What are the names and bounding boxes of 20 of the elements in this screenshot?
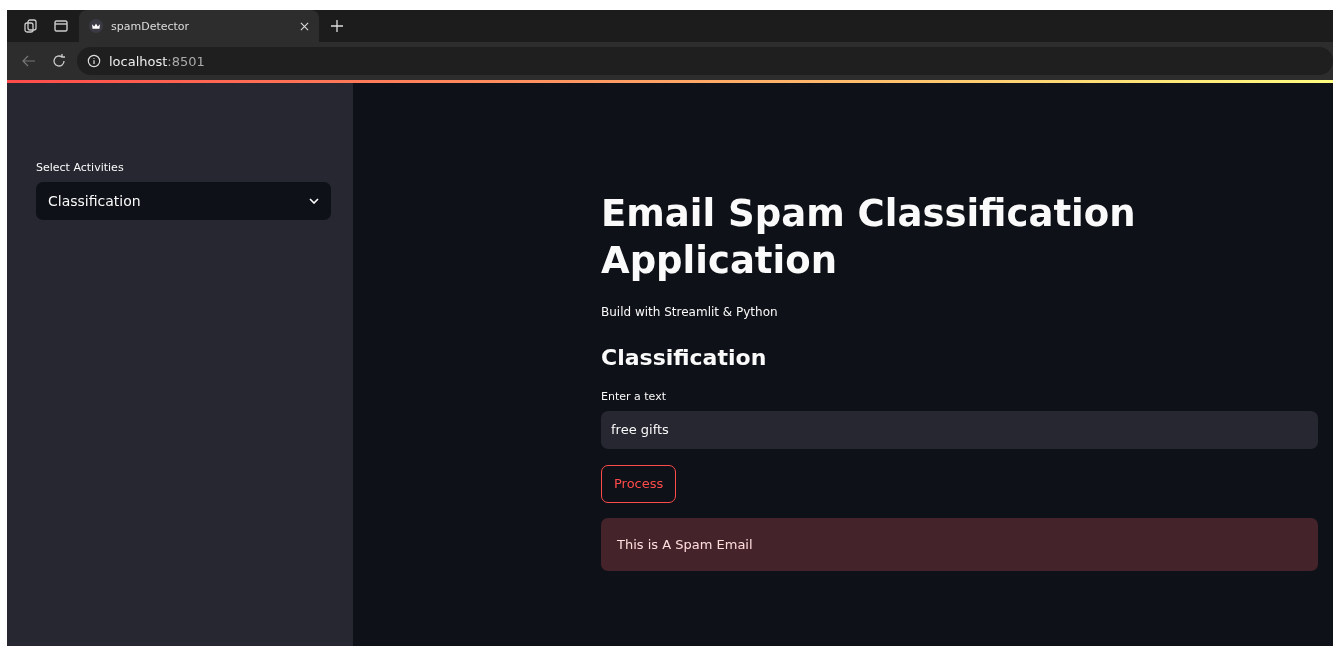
tab-actions-icon[interactable] — [53, 18, 69, 34]
workspaces-icon[interactable] — [23, 18, 39, 34]
info-icon — [87, 54, 101, 68]
result-alert: This is A Spam Email — [601, 517, 1318, 571]
input-label: Enter a text — [601, 389, 666, 403]
refresh-icon[interactable] — [51, 53, 67, 69]
activity-select[interactable]: Classification — [36, 182, 331, 220]
chevron-down-icon — [309, 198, 319, 204]
new-tab-icon[interactable] — [329, 18, 345, 34]
address-field[interactable]: localhost:8501 — [77, 47, 1333, 75]
browser-tab[interactable]: spamDetector — [79, 10, 319, 42]
process-button[interactable]: Process — [601, 464, 677, 503]
text-input[interactable]: free gifts — [601, 410, 1318, 449]
select-label: Select Activities — [36, 161, 125, 174]
back-arrow-icon[interactable] — [21, 53, 37, 69]
caption-text: Build with Streamlit & Python — [601, 304, 778, 319]
page-title: Email Spam Classification Application — [601, 191, 1137, 284]
section-heading: Classification — [601, 344, 767, 370]
crown-icon — [89, 19, 103, 33]
close-icon[interactable] — [300, 21, 309, 31]
